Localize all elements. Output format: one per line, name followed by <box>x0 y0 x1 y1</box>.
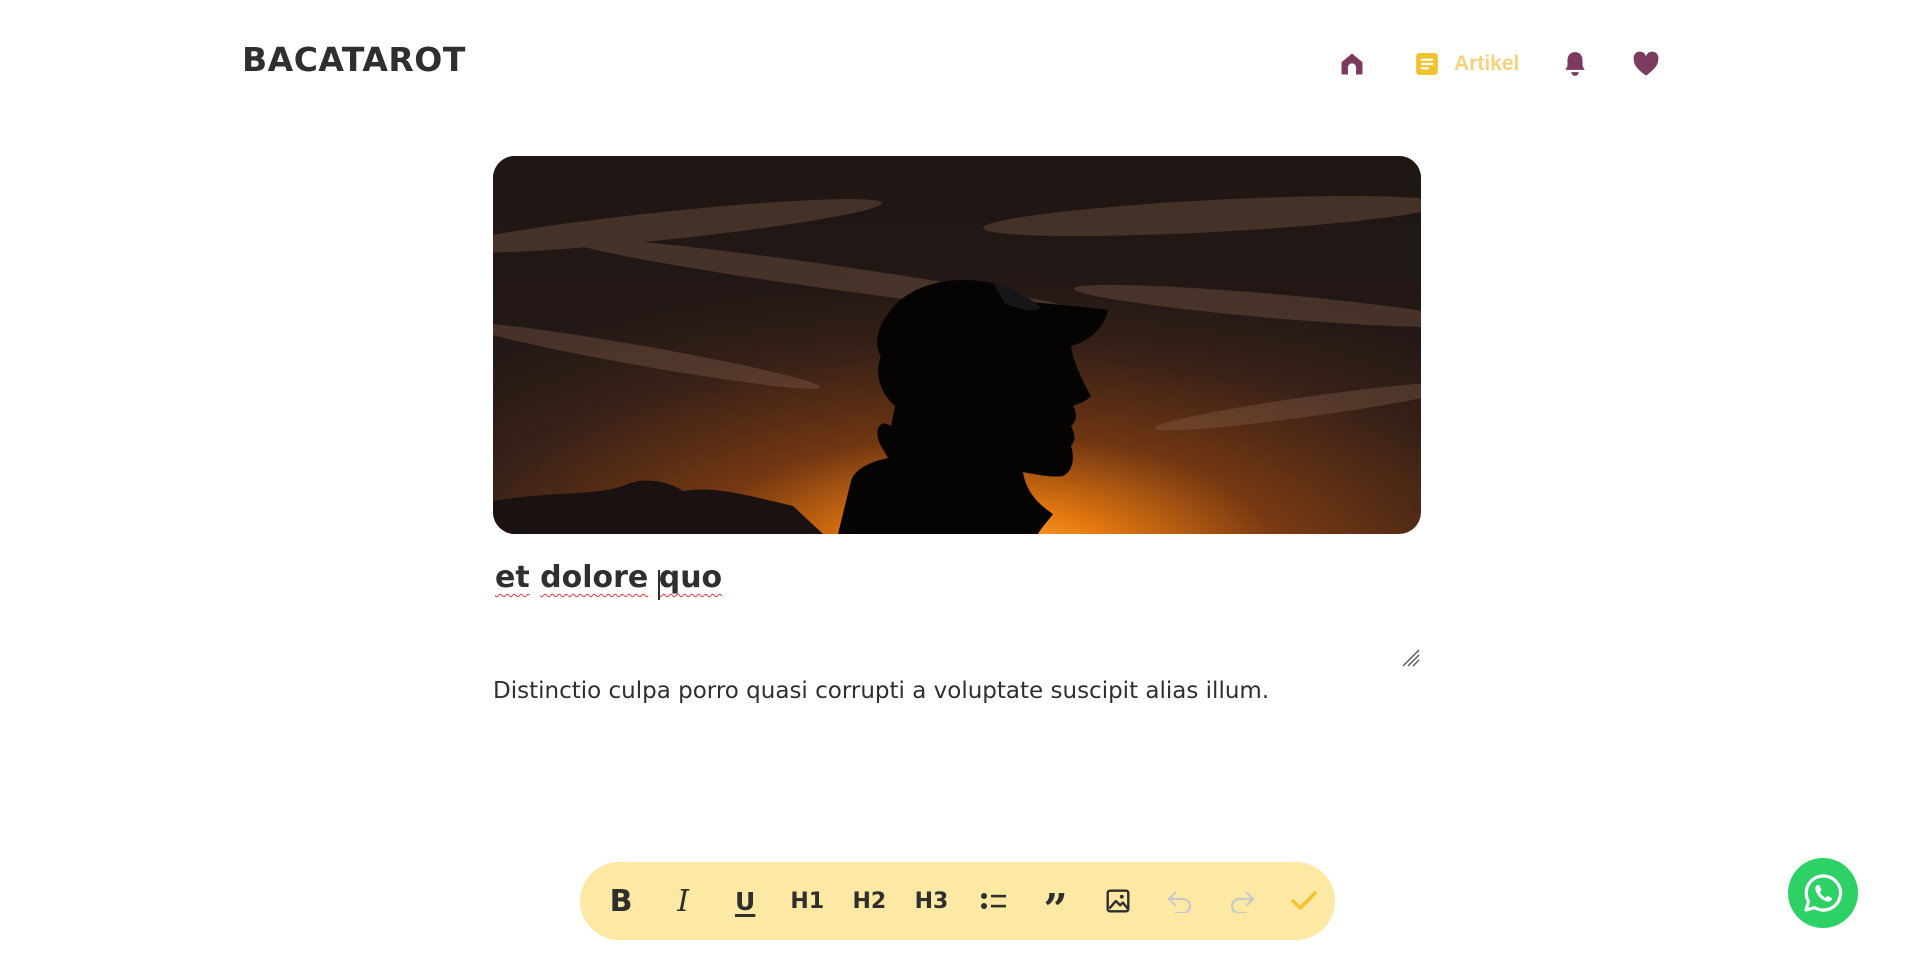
list-icon <box>980 893 1006 909</box>
underline-button[interactable]: U <box>714 873 776 929</box>
h2-button[interactable]: H2 <box>838 873 900 929</box>
whatsapp-icon <box>1804 874 1843 912</box>
editor-toolbar: B I U H1 H2 H3 ” <box>580 862 1335 940</box>
nav-notifications[interactable] <box>1562 44 1588 84</box>
text-cursor <box>658 570 660 600</box>
italic-button[interactable]: I <box>652 873 714 929</box>
resize-handle-icon[interactable] <box>1401 648 1421 668</box>
h1-button[interactable]: H1 <box>776 873 838 929</box>
h3-button[interactable]: H3 <box>900 873 962 929</box>
home-icon <box>1341 53 1363 75</box>
redo-button[interactable] <box>1211 873 1273 929</box>
title-word: et <box>495 560 530 595</box>
redo-icon <box>1230 891 1254 913</box>
cover-image[interactable] <box>493 156 1421 534</box>
title-input[interactable]: et dolore quo <box>493 556 1421 668</box>
article-icon <box>1416 53 1438 75</box>
bullet-list-button[interactable] <box>962 873 1024 929</box>
image-icon <box>1106 889 1130 913</box>
quote-button[interactable]: ” <box>1025 873 1087 931</box>
title-text: et dolore quo <box>495 560 722 595</box>
nav-article-label: Artikel <box>1454 52 1520 75</box>
undo-icon <box>1167 891 1191 913</box>
title-word: dolore <box>540 560 649 595</box>
whatsapp-button[interactable] <box>1788 858 1858 928</box>
insert-image-button[interactable] <box>1087 873 1149 929</box>
check-icon <box>1291 891 1317 910</box>
title-word: quo <box>658 560 723 595</box>
heart-icon <box>1633 51 1659 76</box>
brand-logo[interactable]: BACATAROT <box>242 40 466 79</box>
bell-icon <box>1565 52 1585 76</box>
nav-favorites[interactable] <box>1632 44 1660 84</box>
save-button[interactable] <box>1273 873 1335 929</box>
body-text[interactable]: Distinctio culpa porro quasi corrupti a … <box>493 678 1269 704</box>
nav-home[interactable] <box>1338 44 1366 84</box>
undo-button[interactable] <box>1149 873 1211 929</box>
bold-button[interactable]: B <box>590 873 652 929</box>
nav-article[interactable]: Artikel <box>1414 44 1519 84</box>
